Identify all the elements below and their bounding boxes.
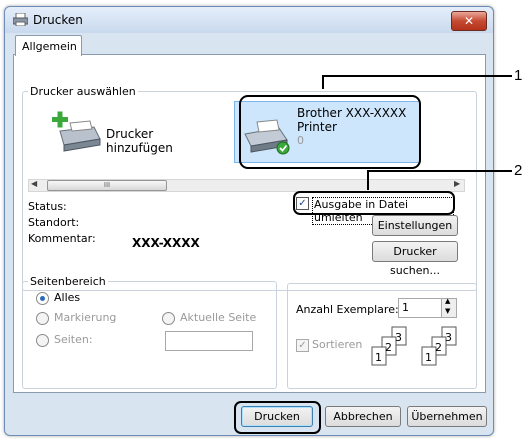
add-printer-label: Drucker hinzufügen: [106, 127, 173, 155]
callout-line-2-drop: [367, 170, 369, 190]
callout-line-1-drop: [322, 75, 324, 89]
collate-pages-icon: 321 321: [371, 326, 457, 366]
radio-selection-label: Markierung: [54, 311, 117, 324]
close-icon: ✕: [463, 14, 475, 28]
copies-value: 1: [402, 301, 409, 314]
tab-general[interactable]: Allgemein: [15, 35, 82, 56]
collate-label: Sortieren: [312, 338, 363, 351]
callout-number-1: 1: [514, 67, 523, 84]
apply-button[interactable]: Übernehmen: [407, 406, 487, 427]
printer-icon: [13, 13, 28, 26]
callout-box-2: [293, 191, 455, 215]
radio-all[interactable]: Alles: [36, 291, 116, 305]
add-printer-item[interactable]: Drucker hinzufügen: [50, 109, 220, 155]
copies-input[interactable]: 1: [398, 298, 442, 318]
radio-pages-label: Seiten:: [54, 333, 93, 346]
spin-up-icon[interactable]: ▲: [445, 297, 450, 305]
callout-line-1: [322, 75, 512, 77]
title-bar: Drucken ✕: [5, 7, 493, 33]
radio-current-page-label: Aktuelle Seite: [180, 311, 257, 324]
radio-pages-icon: [36, 334, 49, 347]
callout-box-1: [239, 95, 421, 169]
close-button[interactable]: ✕: [451, 11, 487, 31]
radio-current-page-icon: [162, 312, 175, 325]
scroll-thumb-grip: III: [103, 181, 111, 189]
svg-text:2: 2: [435, 341, 442, 354]
scroll-right-icon[interactable]: ▶: [454, 179, 460, 188]
svg-text:2: 2: [385, 341, 392, 354]
comment-label: Kommentar:: [28, 232, 96, 245]
radio-all-label: Alles: [54, 291, 81, 304]
find-printer-button[interactable]: Drucker suchen...: [372, 241, 458, 277]
printer-select-legend: Drucker auswählen: [28, 85, 138, 98]
print-button[interactable]: Drucken: [241, 406, 313, 427]
callout-line-2: [367, 170, 512, 172]
radio-selection[interactable]: Markierung: [36, 311, 146, 325]
scroll-left-icon[interactable]: ◀: [31, 179, 37, 188]
scroll-thumb[interactable]: III: [47, 180, 167, 191]
tab-label: Allgemein: [22, 40, 77, 53]
radio-pages[interactable]: Seiten:: [36, 333, 116, 347]
cancel-button[interactable]: Abbrechen: [325, 406, 401, 427]
copies-label: Anzahl Exemplare:: [296, 303, 399, 316]
pages-input[interactable]: [165, 331, 253, 351]
collate-checkbox[interactable]: ✓ Sortieren: [296, 338, 376, 352]
status-label: Status:: [28, 200, 67, 213]
print-dialog: Drucken ✕ Allgemein Drucker auswählen Dr…: [4, 6, 494, 436]
collate-check-icon: ✓: [296, 339, 309, 352]
radio-selection-icon: [36, 312, 49, 325]
add-printer-icon: [52, 111, 101, 152]
radio-selected-dot: [40, 296, 45, 301]
spin-down-icon[interactable]: ▼: [445, 307, 450, 315]
svg-text:1: 1: [425, 351, 432, 364]
settings-button[interactable]: Einstellungen: [372, 215, 458, 236]
svg-text:1: 1: [375, 351, 382, 364]
tab-panel: Drucker auswählen Drucker hinzufügen Bro…: [13, 54, 486, 393]
copies-spinner[interactable]: ▲ ▼: [441, 297, 457, 318]
svg-text:3: 3: [395, 331, 402, 344]
svg-text:3: 3: [445, 331, 452, 344]
comment-value: XXX-XXXX: [132, 236, 200, 250]
window-title: Drucken: [33, 13, 83, 27]
location-label: Standort:: [28, 216, 80, 229]
callout-number-2: 2: [514, 162, 523, 179]
page-range-legend: Seitenbereich: [28, 275, 108, 288]
radio-current-page[interactable]: Aktuelle Seite: [162, 311, 272, 325]
